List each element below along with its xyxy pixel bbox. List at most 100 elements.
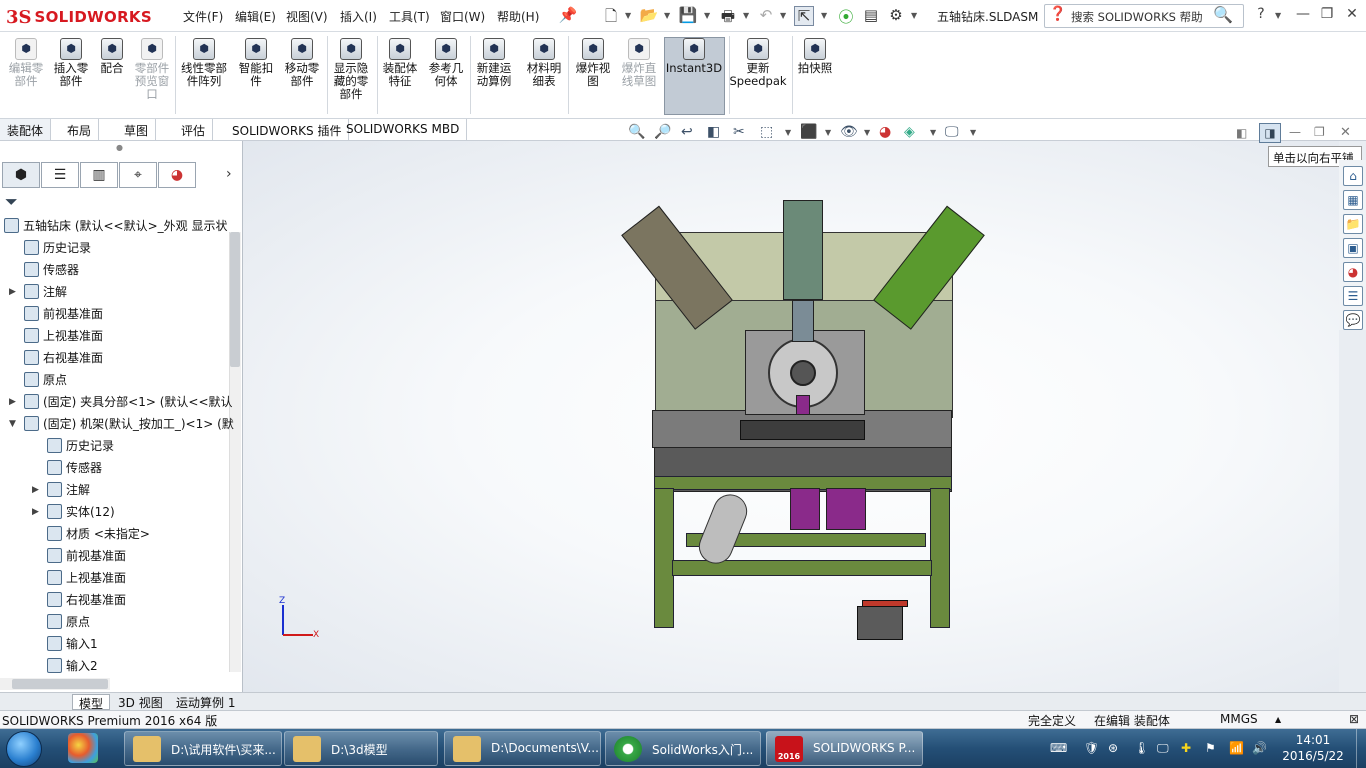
display-icon[interactable]: 🖵: [1157, 741, 1169, 756]
cmd-speedpak-button[interactable]: ⬢ 更新 Speedpak: [728, 38, 788, 88]
tree-item[interactable]: 历史记录: [24, 240, 91, 255]
tree-item[interactable]: 历史记录: [47, 438, 114, 453]
keyboard-icon[interactable]: ⌨: [1050, 741, 1067, 755]
volume-icon[interactable]: 🔊: [1252, 741, 1267, 755]
section-view-icon[interactable]: ◧: [707, 124, 720, 140]
open-icon[interactable]: 📂: [639, 6, 659, 26]
units-dropdown-icon[interactable]: ▲: [1275, 715, 1281, 724]
apply-scene-icon[interactable]: ◈: [904, 124, 915, 140]
new-document-icon[interactable]: 🗋: [601, 6, 621, 26]
tree-item[interactable]: 输入1: [47, 636, 98, 651]
hide-show-items-icon[interactable]: 👁: [840, 124, 858, 140]
tree-item[interactable]: ▶ 注解: [32, 482, 90, 497]
tree-item[interactable]: ▶ 实体(12): [32, 504, 115, 519]
options-dropdown-icon[interactable]: ▼: [911, 11, 917, 20]
menu-view[interactable]: 视图(V): [286, 8, 328, 25]
scene-dropdown-icon[interactable]: ▼: [930, 128, 936, 137]
display-manager-tab[interactable]: ◕: [158, 162, 196, 188]
menu-tools[interactable]: 工具(T): [389, 8, 430, 25]
taskbar-explorer-1[interactable]: D:\试用软件\买来...: [124, 731, 282, 766]
solidworks-resources-icon[interactable]: ⌂: [1343, 166, 1363, 186]
tree-item[interactable]: 前视基准面: [24, 306, 103, 321]
new-dropdown-icon[interactable]: ▼: [625, 11, 631, 20]
options-gear-icon[interactable]: ⚙: [886, 6, 906, 26]
search-box[interactable]: ❓ 搜索 SOLIDWORKS 帮助 🔍: [1044, 4, 1244, 28]
save-icon[interactable]: 💾: [678, 6, 698, 26]
file-explorer-icon[interactable]: 📁: [1343, 214, 1363, 234]
help-dropdown-icon[interactable]: ▼: [1275, 11, 1281, 20]
print-icon[interactable]: 🖶: [718, 6, 738, 26]
tree-item[interactable]: 右视基准面: [47, 592, 126, 607]
cmd-component-preview-button[interactable]: ⬢ 零部件 预览窗 口: [122, 38, 182, 101]
tree-item[interactable]: 传感器: [47, 460, 102, 475]
security-shield-icon[interactable]: 🛡: [1084, 741, 1099, 755]
show-desktop-button[interactable]: [1356, 729, 1366, 768]
zoom-to-area-icon[interactable]: 🔎: [654, 124, 671, 140]
tree-item[interactable]: 原点: [47, 614, 90, 629]
save-dropdown-icon[interactable]: ▼: [704, 11, 710, 20]
tile-left-icon[interactable]: ◧: [1236, 126, 1247, 140]
tree-scrollbar-thumb[interactable]: [230, 232, 240, 367]
tree-item[interactable]: ▼ (固定) 机架(默认_按加工_)<1> (默: [9, 416, 234, 431]
menu-edit[interactable]: 编辑(E): [235, 8, 276, 25]
menu-insert[interactable]: 插入(I): [340, 8, 377, 25]
cmd-explode-line-button[interactable]: ⬢ 爆炸直 线草图: [609, 38, 669, 88]
previous-view-icon[interactable]: ↩: [681, 124, 693, 140]
filter-icon[interactable]: ⏷: [5, 192, 18, 212]
open-dropdown-icon[interactable]: ▼: [664, 11, 670, 20]
restore-button[interactable]: ❐: [1316, 6, 1338, 26]
forum-icon[interactable]: 💬: [1343, 310, 1363, 330]
expand-icon[interactable]: ▶: [9, 395, 16, 409]
view-settings-dropdown-icon[interactable]: ▼: [970, 128, 976, 137]
viewport-close-icon[interactable]: ✕: [1340, 125, 1351, 140]
print-dropdown-icon[interactable]: ▼: [743, 11, 749, 20]
minimize-button[interactable]: —: [1292, 6, 1314, 26]
tab-motion-study[interactable]: 运动算例 1: [170, 694, 241, 710]
select-dropdown-icon[interactable]: ▼: [821, 11, 827, 20]
edit-appearance-icon[interactable]: ◕: [879, 124, 891, 140]
unit-system[interactable]: MMGS: [1220, 712, 1258, 726]
pinned-app-icon[interactable]: [68, 733, 98, 763]
network-icon[interactable]: 📶: [1229, 741, 1244, 755]
taskbar-explorer-2[interactable]: D:\3d模型: [284, 731, 438, 766]
plus-icon[interactable]: ✚: [1181, 741, 1191, 755]
panel-handle-icon[interactable]: ●: [116, 143, 123, 152]
solidworks-logo[interactable]: 3S SOLIDWORKS: [6, 4, 156, 30]
tab-solidworks-mbd[interactable]: SOLIDWORKS MBD: [339, 119, 468, 140]
property-manager-tab[interactable]: ☰: [41, 162, 79, 188]
menu-window[interactable]: 窗口(W): [440, 8, 485, 25]
select-arrow-icon[interactable]: ⇱: [794, 6, 814, 26]
view-palette-icon[interactable]: ▣: [1343, 238, 1363, 258]
close-button[interactable]: ✕: [1341, 6, 1363, 26]
cmd-instant3d-button[interactable]: ⬢ Instant3D: [664, 38, 724, 75]
viewport-minimize-icon[interactable]: —: [1289, 125, 1301, 139]
panel-chevron-right-icon[interactable]: ›: [226, 166, 232, 182]
tab-solidworks-addins[interactable]: SOLIDWORKS 插件: [225, 119, 350, 140]
display-style-icon[interactable]: ⬛: [800, 124, 817, 140]
taskbar-explorer-3[interactable]: D:\Documents\V...: [444, 731, 601, 766]
cmd-snapshot-button[interactable]: ⬢ 拍快照: [785, 38, 845, 75]
menu-file[interactable]: 文件(F): [183, 8, 223, 25]
system-clock[interactable]: 14:01 2016/5/22: [1274, 732, 1352, 764]
search-magnifier-icon[interactable]: 🔍: [1213, 5, 1233, 24]
tree-item[interactable]: 输入2: [47, 658, 98, 673]
expand-icon[interactable]: ▶: [9, 285, 16, 299]
dynamic-annotation-icon[interactable]: ✂: [733, 124, 745, 140]
taskbar-solidworks[interactable]: 2016 SOLIDWORKS P...: [766, 731, 923, 766]
status-bar-toggle-icon[interactable]: ⊠: [1349, 712, 1359, 726]
tab-sketch[interactable]: 草图: [117, 119, 157, 140]
tree-item[interactable]: 材质 <未指定>: [47, 526, 150, 541]
tab-assembly[interactable]: 装配体: [0, 119, 52, 140]
temperature-icon[interactable]: 🌡: [1134, 741, 1149, 755]
start-button[interactable]: [6, 731, 42, 767]
help-icon[interactable]: ?: [1250, 6, 1272, 26]
tree-item[interactable]: 五轴钻床 (默认<<默认>_外观 显示状: [4, 218, 227, 233]
tree-hscroll-thumb[interactable]: [12, 679, 108, 689]
file-properties-icon[interactable]: ▤: [861, 6, 881, 26]
tree-item[interactable]: ▶ 注解: [9, 284, 67, 299]
viewport-restore-icon[interactable]: ❐: [1314, 125, 1325, 139]
custom-properties-icon[interactable]: ☰: [1343, 286, 1363, 306]
tree-item[interactable]: 传感器: [24, 262, 79, 277]
menu-help[interactable]: 帮助(H): [497, 8, 539, 25]
tab-model[interactable]: 模型: [72, 694, 111, 711]
